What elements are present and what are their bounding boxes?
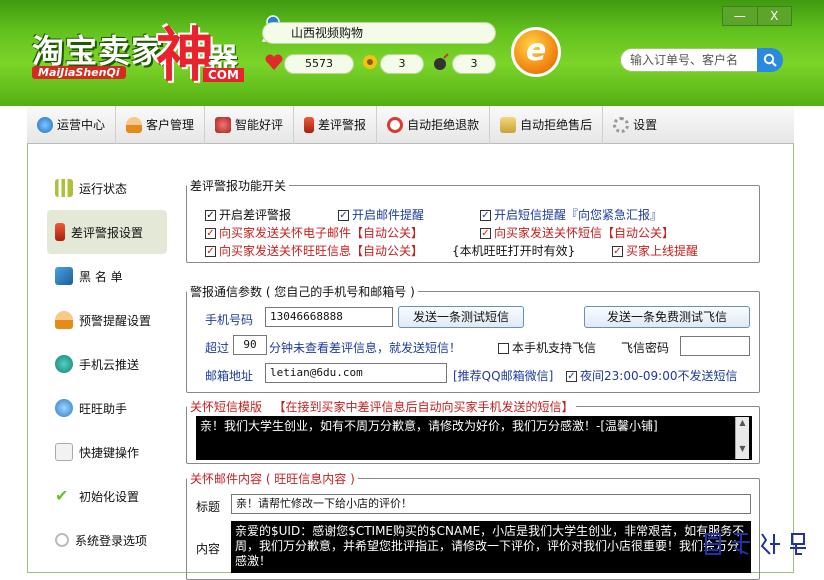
sidebar: 运行状态 差评警报设置 黑 名 单 预警提醒设置 手机云推送 旺旺助手 快捷键操… xyxy=(47,166,167,562)
sms-template-legend: 关怀短信模版 xyxy=(190,400,263,414)
mail-content-label: 内容 xyxy=(196,542,221,556)
satellite-icon xyxy=(215,117,232,133)
switch-care-sms[interactable]: ✓ 向买家发送关怀短信【自动公关】 xyxy=(480,224,674,241)
email-input[interactable]: letian@6du.com xyxy=(265,363,447,383)
check-icon: ✔ xyxy=(55,486,69,505)
timeout-minutes-input[interactable]: 90 xyxy=(233,335,267,355)
logo-com: COM xyxy=(203,68,244,82)
care-mail-legend: 关怀邮件内容 ( 旺旺信息内容 ) xyxy=(190,472,355,486)
heart-icon xyxy=(264,53,284,75)
bomb-icon xyxy=(432,53,452,75)
header-bar: 淘宝卖家 MaiJiaShenQi 神 器 COM 山西视频购物 5573 3 … xyxy=(0,0,824,106)
phone-label: 手机号码 xyxy=(205,313,254,327)
sidebar-item-blacklist[interactable]: 黑 名 单 xyxy=(47,254,167,298)
switch-email-alert[interactable]: ✓ 开启邮件提醒 xyxy=(338,206,424,223)
send-test-fetion-button[interactable]: 发送一条免费测试飞信 xyxy=(584,306,750,328)
checkbox[interactable]: ✓ xyxy=(338,210,349,221)
tab-operations[interactable]: 运营中心 xyxy=(27,106,117,144)
gear-icon xyxy=(613,117,630,133)
qq-mail-recommend[interactable]: [推荐QQ邮箱微信] xyxy=(453,367,553,384)
checkbox[interactable]: ✓ xyxy=(205,228,216,239)
browser-icon[interactable]: e xyxy=(511,27,561,77)
phone-input[interactable]: 13046668888 xyxy=(265,307,393,327)
search-input[interactable]: 输入订单号、客户名 xyxy=(620,48,758,72)
user-alert-icon xyxy=(55,311,73,329)
contact-params-legend: 警报通信参数 ( 您自己的手机号和邮箱号 ) xyxy=(190,285,415,299)
sms-template-text: 亲！我们大学生创业，如有不周万分歉意，请修改为好价，我们万分感激！-[温馨小铺] xyxy=(200,419,658,433)
sidebar-item-warning[interactable]: 预警提醒设置 xyxy=(47,298,167,342)
flower-count: 3 xyxy=(380,54,424,74)
sidebar-item-wangwang[interactable]: 旺旺助手 xyxy=(47,386,167,430)
scroll-up-icon[interactable]: ▲ xyxy=(736,417,749,429)
login-icon xyxy=(55,533,69,547)
cloud-push-icon xyxy=(55,355,73,373)
scroll-down-icon[interactable]: ▼ xyxy=(736,443,749,455)
sidebar-item-cloud-push[interactable]: 手机云推送 xyxy=(47,342,167,386)
sms-template-textarea[interactable]: 亲！我们大学生创业，如有不周万分歉意，请修改为好价，我们万分感激！-[温馨小铺] xyxy=(196,416,752,460)
heart-count: 5573 xyxy=(284,54,354,74)
main-tab-bar: 运营中心 客户管理 智能好评 差评警报 自动拒绝退款 自动拒绝售后 设置 xyxy=(27,106,794,144)
sidebar-item-alarm-settings[interactable]: 差评警报设置 xyxy=(47,210,167,254)
checkbox[interactable]: ✓ xyxy=(205,210,216,221)
email-label: 邮箱地址 xyxy=(205,369,254,383)
tab-bad-review-alarm[interactable]: 差评警报 xyxy=(294,106,378,144)
switch-sms-alert[interactable]: ✓ 开启短信提醒『向您紧急汇报』 xyxy=(480,206,662,223)
fetion-password-input[interactable] xyxy=(680,336,750,356)
alarm-icon xyxy=(304,117,315,133)
sidebar-item-login-options[interactable]: 系统登录选项 xyxy=(47,518,167,562)
switch-care-email[interactable]: ✓ 向买家发送关怀电子邮件【自动公关】 xyxy=(205,224,423,241)
switch-bad-review-alarm[interactable]: ✓ 开启差评警报 xyxy=(205,206,291,223)
timeout-prefix: 超过 xyxy=(205,341,230,355)
search-icon xyxy=(763,53,777,67)
tab-auto-refuse-refund[interactable]: 自动拒绝退款 xyxy=(377,106,491,144)
search-button[interactable] xyxy=(757,48,783,72)
send-test-sms-button[interactable]: 发送一条测试短信 xyxy=(398,306,524,328)
shop-name[interactable]: 山西视频购物 xyxy=(262,22,496,44)
checkbox[interactable]: ✓ xyxy=(566,371,577,382)
mail-title-label: 标题 xyxy=(196,500,221,514)
checkbox[interactable]: ✓ xyxy=(205,246,216,257)
tab-auto-refuse-aftersale[interactable]: 自动拒绝售后 xyxy=(490,106,604,144)
sms-template-note: 【在接到买家中差评信息后自动向买家手机发送的短信】 xyxy=(273,400,574,414)
minimize-button[interactable]: — xyxy=(723,7,757,25)
mail-content-text: 亲爱的$UID：感谢您$CTIME购买的$CNAME，小店是我们大学生创业，非常… xyxy=(235,524,745,568)
power-icon xyxy=(387,117,404,133)
fetion-password-label: 飞信密码 xyxy=(621,341,670,355)
checkbox[interactable]: ✓ xyxy=(612,246,623,257)
sidebar-item-status[interactable]: 运行状态 xyxy=(47,166,167,210)
close-button[interactable]: X xyxy=(756,7,792,25)
sidebar-item-shortcuts[interactable]: 快捷键操作 xyxy=(47,430,167,474)
globe-icon xyxy=(37,117,53,133)
user-icon xyxy=(126,117,143,133)
switch-care-wangwang[interactable]: ✓ 向买家发送关怀旺旺信息【自动公关】 xyxy=(205,242,423,259)
checkbox[interactable]: ✓ xyxy=(480,210,491,221)
flower-icon xyxy=(360,53,380,75)
wangwang-note: {本机旺旺打开时有效} xyxy=(452,244,576,258)
wangwang-icon xyxy=(55,399,73,417)
blacklist-icon xyxy=(55,267,73,285)
cocktail-icon xyxy=(500,117,517,133)
tab-good-review[interactable]: 智能好评 xyxy=(205,106,295,144)
sms-template-scrollbar[interactable]: ▲ ▼ xyxy=(735,417,749,459)
watermark-logo xyxy=(705,533,806,555)
alarm-switches-legend: 差评警报功能开关 xyxy=(190,179,287,193)
checkbox[interactable] xyxy=(498,343,509,354)
timeout-suffix: 分钟未查看差评信息，就发送短信！ xyxy=(269,341,462,355)
window-controls: — X xyxy=(722,6,792,26)
bomb-count: 3 xyxy=(452,54,496,74)
mail-content-textarea[interactable]: 亲爱的$UID：感谢您$CTIME购买的$CNAME，小店是我们大学生创业，非常… xyxy=(231,521,751,573)
sidebar-item-init[interactable]: ✔ 初始化设置 xyxy=(47,474,167,518)
alarm-icon xyxy=(55,223,65,241)
tab-customers[interactable]: 客户管理 xyxy=(116,106,206,144)
fetion-support-option[interactable]: 本手机支持飞信 xyxy=(498,339,596,356)
logo-pinyin: MaiJiaShenQi xyxy=(32,66,126,79)
shortcut-icon xyxy=(55,443,73,461)
mail-title-input[interactable]: 亲！请帮忙修改一下给小店的评价！ xyxy=(231,494,751,514)
night-no-sms-option[interactable]: ✓ 夜间23:00-09:00不发送短信 xyxy=(566,367,738,384)
checkbox[interactable]: ✓ xyxy=(480,228,491,239)
switch-buyer-online[interactable]: ✓ 买家上线提醒 xyxy=(612,242,698,259)
bar-chart-icon xyxy=(55,179,73,197)
tab-settings[interactable]: 设置 xyxy=(603,106,667,144)
